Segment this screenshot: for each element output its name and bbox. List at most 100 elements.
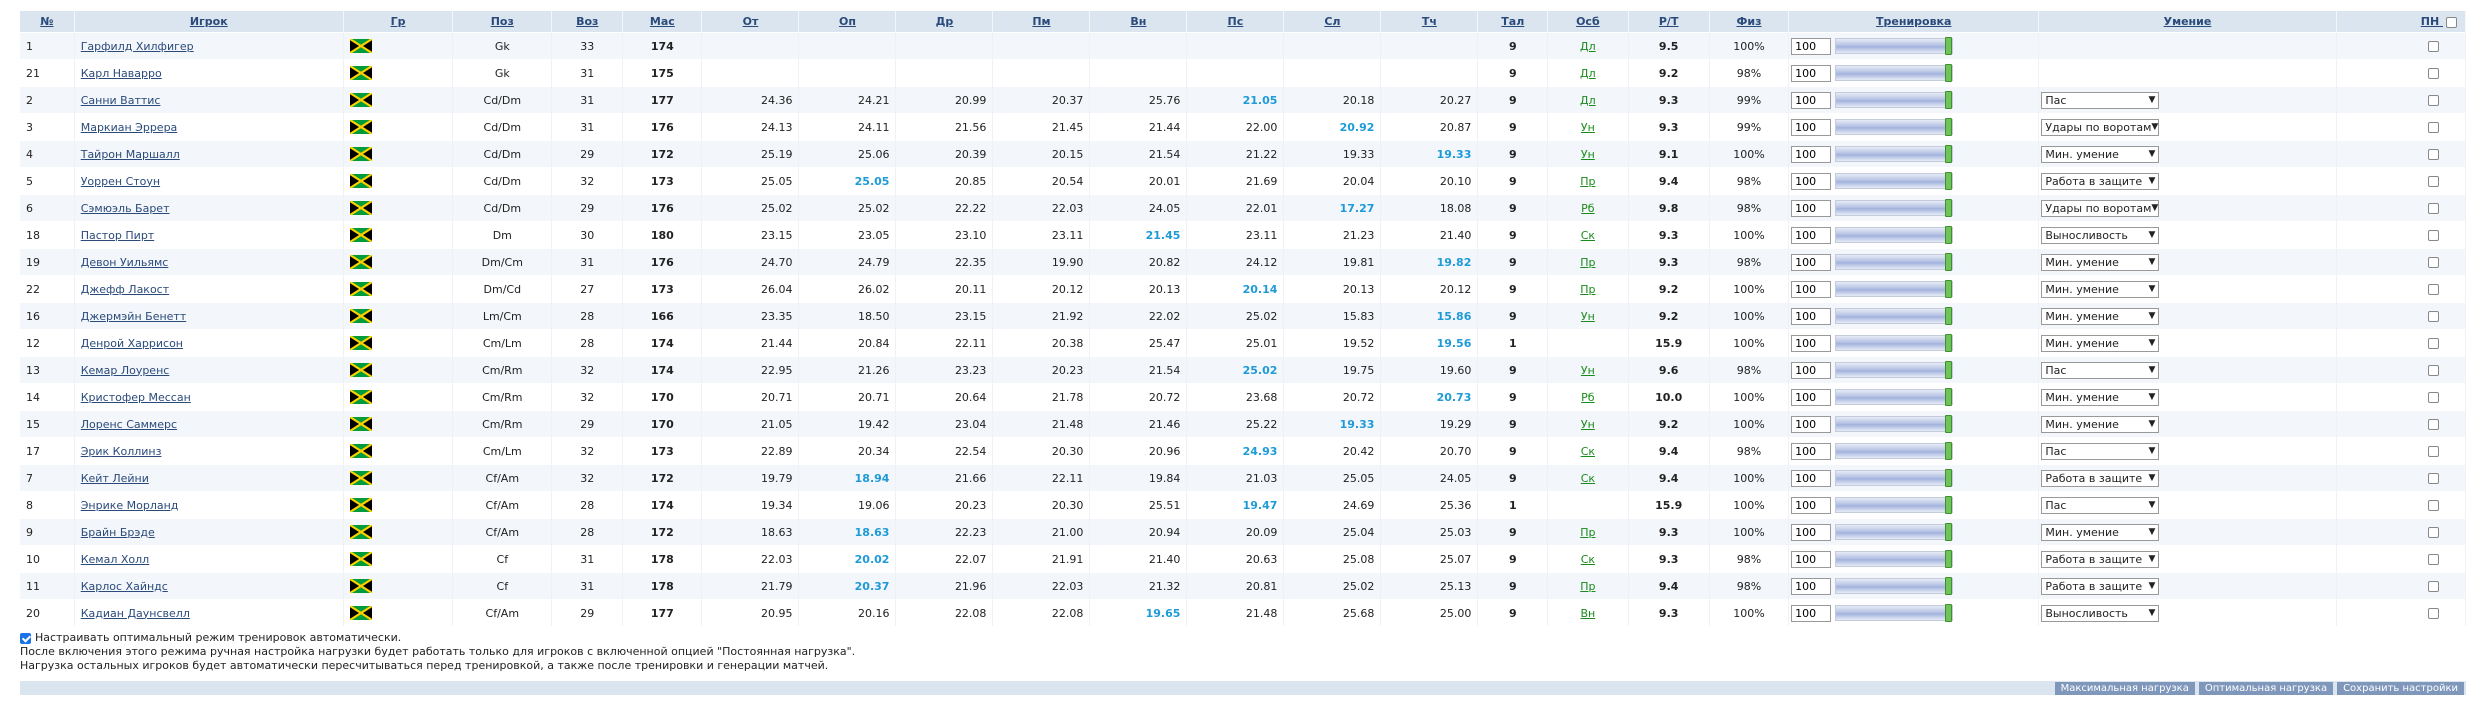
player-special-link[interactable]: Ск	[1581, 445, 1595, 458]
col-ot[interactable]: От	[701, 11, 800, 33]
player-name-link[interactable]: Девон Уильямс	[81, 256, 169, 269]
training-load-slider[interactable]	[1835, 280, 1954, 298]
pn-checkbox[interactable]	[2428, 122, 2439, 133]
pn-checkbox[interactable]	[2428, 419, 2439, 430]
pn-checkbox[interactable]	[2428, 176, 2439, 187]
training-load-slider[interactable]	[1835, 577, 1954, 595]
col-nat[interactable]: Гр	[343, 11, 454, 33]
col-pos[interactable]: Поз	[452, 11, 553, 33]
player-special-link[interactable]: Пр	[1580, 256, 1595, 269]
training-load-slider[interactable]	[1835, 550, 1954, 568]
col-tal[interactable]: Тал	[1477, 11, 1549, 33]
slider-handle[interactable]	[1945, 199, 1953, 217]
slider-handle[interactable]	[1945, 550, 1953, 568]
slider-handle[interactable]	[1945, 388, 1953, 406]
training-load-input[interactable]	[1791, 388, 1832, 406]
training-load-slider[interactable]	[1835, 388, 1954, 406]
slider-handle[interactable]	[1945, 523, 1953, 541]
pn-checkbox[interactable]	[2428, 365, 2439, 376]
training-load-slider[interactable]	[1835, 469, 1954, 487]
training-load-input[interactable]	[1791, 604, 1832, 622]
skill-select[interactable]: Мин. умение ▼	[2041, 253, 2160, 271]
player-special-link[interactable]: Пр	[1580, 580, 1595, 593]
col-training[interactable]: Тренировка	[1788, 11, 2040, 33]
player-special-link[interactable]: Ун	[1581, 418, 1595, 431]
slider-handle[interactable]	[1945, 577, 1953, 595]
skill-select[interactable]: Пас ▼	[2041, 361, 2160, 379]
training-load-slider[interactable]	[1835, 442, 1954, 460]
slider-handle[interactable]	[1945, 91, 1953, 109]
pn-checkbox[interactable]	[2428, 230, 2439, 241]
training-load-slider[interactable]	[1835, 415, 1954, 433]
player-special-link[interactable]: Пр	[1580, 175, 1595, 188]
training-load-input[interactable]	[1791, 523, 1832, 541]
pn-checkbox[interactable]	[2428, 338, 2439, 349]
player-name-link[interactable]: Энрике Морланд	[81, 499, 179, 512]
pn-checkbox[interactable]	[2428, 608, 2439, 619]
player-special-link[interactable]: Ск	[1581, 553, 1595, 566]
training-load-input[interactable]	[1791, 226, 1832, 244]
player-special-link[interactable]: Ун	[1581, 310, 1595, 323]
pn-checkbox[interactable]	[2428, 284, 2439, 295]
player-special-link[interactable]: Ун	[1581, 121, 1595, 134]
training-load-input[interactable]	[1791, 172, 1832, 190]
player-special-link[interactable]: Ск	[1581, 472, 1595, 485]
col-sl[interactable]: Сл	[1283, 11, 1382, 33]
pn-checkbox[interactable]	[2428, 68, 2439, 79]
training-load-input[interactable]	[1791, 64, 1832, 82]
player-name-link[interactable]: Эрик Коллинз	[81, 445, 162, 458]
player-name-link[interactable]: Маркиан Эррера	[81, 121, 178, 134]
training-load-slider[interactable]	[1835, 145, 1954, 163]
player-special-link[interactable]: Пр	[1580, 526, 1595, 539]
pn-checkbox[interactable]	[2428, 554, 2439, 565]
training-load-slider[interactable]	[1835, 334, 1954, 352]
pn-checkbox[interactable]	[2428, 473, 2439, 484]
skill-select[interactable]: Выносливость ▼	[2041, 226, 2160, 244]
player-special-link[interactable]: Ун	[1581, 364, 1595, 377]
col-pn-label[interactable]: ПН	[2421, 15, 2439, 28]
slider-handle[interactable]	[1945, 334, 1953, 352]
col-age[interactable]: Воз	[551, 11, 624, 33]
training-load-slider[interactable]	[1835, 361, 1954, 379]
col-pm[interactable]: Пм	[992, 11, 1091, 33]
slider-handle[interactable]	[1945, 604, 1953, 622]
slider-handle[interactable]	[1945, 469, 1953, 487]
col-vn[interactable]: Вн	[1089, 11, 1188, 33]
player-special-link[interactable]: Ск	[1581, 229, 1595, 242]
col-mas[interactable]: Мас	[622, 11, 703, 33]
skill-select[interactable]: Работа в защите ▼	[2041, 469, 2160, 487]
pn-checkbox[interactable]	[2428, 311, 2439, 322]
training-load-input[interactable]	[1791, 577, 1832, 595]
player-special-link[interactable]: Дл	[1580, 94, 1596, 107]
player-name-link[interactable]: Кемал Холл	[81, 553, 149, 566]
col-num[interactable]: №	[20, 11, 75, 33]
col-rt[interactable]: Р/Т	[1628, 11, 1710, 33]
skill-select[interactable]: Мин. умение ▼	[2041, 334, 2160, 352]
pn-checkbox[interactable]	[2428, 392, 2439, 403]
player-name-link[interactable]: Джефф Лакост	[81, 283, 169, 296]
col-player[interactable]: Игрок	[74, 11, 344, 33]
training-load-slider[interactable]	[1835, 253, 1954, 271]
player-special-link[interactable]: Вн	[1580, 607, 1595, 620]
player-special-link[interactable]: Пр	[1580, 283, 1595, 296]
player-name-link[interactable]: Джермэйн Бенетт	[81, 310, 187, 323]
training-load-slider[interactable]	[1835, 307, 1954, 325]
player-special-link[interactable]: Ун	[1581, 148, 1595, 161]
player-name-link[interactable]: Денрой Харрисон	[81, 337, 183, 350]
pn-checkbox[interactable]	[2428, 149, 2439, 160]
player-name-link[interactable]: Кейт Лейни	[81, 472, 149, 485]
col-fiz[interactable]: Физ	[1709, 11, 1790, 33]
skill-select[interactable]: Удары по воротам ▼	[2041, 118, 2160, 136]
skill-select[interactable]: Пас ▼	[2041, 496, 2160, 514]
player-name-link[interactable]: Кадиан Даунсвелл	[81, 607, 190, 620]
player-name-link[interactable]: Гарфилд Хилфигер	[81, 40, 194, 53]
col-op[interactable]: Оп	[798, 11, 897, 33]
player-name-link[interactable]: Брайн Брэде	[81, 526, 155, 539]
slider-handle[interactable]	[1945, 37, 1953, 55]
skill-select[interactable]: Пас ▼	[2041, 442, 2160, 460]
slider-handle[interactable]	[1945, 172, 1953, 190]
player-name-link[interactable]: Кристофер Мессан	[81, 391, 191, 404]
player-name-link[interactable]: Кемар Лоуренс	[81, 364, 170, 377]
training-load-input[interactable]	[1791, 469, 1832, 487]
slider-handle[interactable]	[1945, 442, 1953, 460]
